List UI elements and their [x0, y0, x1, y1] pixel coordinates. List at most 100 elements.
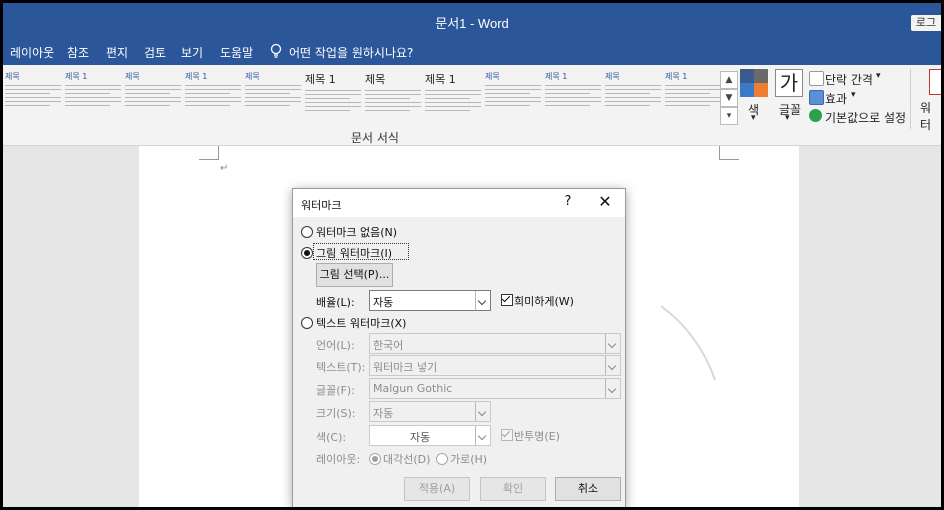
font-value: Malgun Gothic: [373, 382, 453, 395]
style-set-thumbnail[interactable]: 제목 1: [425, 71, 481, 119]
style-set-title: 제목 1: [665, 72, 688, 81]
effects-icon[interactable]: [809, 90, 824, 105]
theme-fonts-icon[interactable]: 가: [775, 69, 803, 97]
fonts-label[interactable]: 글꼴: [779, 101, 801, 118]
size-dropdown[interactable]: 자동: [369, 401, 491, 422]
style-set-line: [125, 85, 181, 86]
style-set-thumbnail[interactable]: 제목: [125, 71, 181, 119]
style-set-line: [305, 90, 361, 91]
chevron-down-icon[interactable]: [605, 334, 620, 353]
style-set-thumbnail[interactable]: 제목 1: [665, 71, 721, 119]
gallery-scroll-up[interactable]: ▲: [720, 71, 738, 89]
text-dropdown[interactable]: 워터마크 넣기: [369, 355, 621, 376]
washout-checkbox[interactable]: [501, 293, 513, 306]
style-set-line: [485, 85, 541, 86]
tab-layout[interactable]: 레이아웃: [10, 44, 54, 61]
diagonal-radio[interactable]: [369, 453, 381, 465]
chevron-down-icon[interactable]: [605, 379, 620, 398]
chevron-down-icon[interactable]: [475, 402, 490, 421]
style-set-thumbnail[interactable]: 제목 1: [185, 71, 241, 119]
checkmark-icon[interactable]: [809, 109, 822, 122]
effects-dropdown-icon[interactable]: ▾: [851, 90, 856, 100]
style-set-line: [65, 89, 121, 90]
watermark-shape: [660, 305, 716, 381]
semitransparent-label[interactable]: 반투명(E): [514, 428, 560, 444]
picture-watermark-label[interactable]: 그림 워터마크(I): [316, 245, 392, 261]
chevron-down-icon[interactable]: [475, 426, 490, 445]
style-set-line: [665, 101, 721, 102]
watermark-icon[interactable]: [929, 69, 941, 95]
style-set-thumbnail[interactable]: 제목 1: [65, 71, 121, 119]
style-set-line: [185, 89, 241, 90]
tab-review[interactable]: 검토: [144, 44, 166, 61]
gallery-more-button[interactable]: ▾: [720, 107, 738, 125]
style-set-thumbnail[interactable]: 제목: [245, 71, 301, 119]
tab-references[interactable]: 참조: [67, 44, 89, 61]
watermark-button-label[interactable]: 워터: [920, 99, 941, 133]
tab-view[interactable]: 보기: [181, 44, 203, 61]
style-set-line: [365, 110, 410, 111]
text-watermark-radio[interactable]: [301, 317, 313, 329]
language-dropdown[interactable]: 한국어: [369, 333, 621, 354]
paragraph-spacing-icon[interactable]: [809, 71, 824, 86]
set-as-default-button[interactable]: 기본값으로 설정: [825, 109, 906, 126]
style-set-line: [185, 101, 241, 102]
horizontal-radio[interactable]: [436, 453, 448, 465]
lightbulb-icon[interactable]: [270, 43, 282, 59]
close-icon[interactable]: ✕: [596, 192, 614, 211]
no-watermark-radio[interactable]: [301, 226, 313, 238]
style-set-line: [185, 97, 241, 98]
login-button[interactable]: 로그: [911, 15, 941, 31]
ok-button[interactable]: 확인: [480, 477, 546, 501]
theme-colors-icon[interactable]: [740, 69, 768, 97]
color-dropdown[interactable]: 자동: [369, 425, 491, 446]
fonts-dropdown-icon[interactable]: ▾: [785, 113, 790, 123]
style-set-line: [425, 102, 481, 103]
washout-label[interactable]: 희미하게(W): [514, 293, 574, 309]
tell-me-search[interactable]: 어떤 작업을 원하시나요?: [289, 44, 413, 61]
style-set-thumbnail[interactable]: 제목 1: [545, 71, 601, 119]
font-dropdown[interactable]: Malgun Gothic: [369, 378, 621, 399]
scale-value: 자동: [373, 296, 394, 309]
crop-mark: [199, 159, 219, 160]
style-set-line: [665, 89, 721, 90]
style-set-line: [65, 105, 110, 106]
style-set-line: [65, 93, 110, 94]
style-set-line: [125, 93, 170, 94]
style-set-thumbnail[interactable]: 제목: [5, 71, 61, 119]
select-picture-button[interactable]: 그림 선택(P)...: [316, 263, 393, 287]
chevron-down-icon[interactable]: [605, 356, 620, 375]
style-set-line: [545, 89, 601, 90]
style-set-line: [305, 102, 361, 103]
colors-dropdown-icon[interactable]: ▾: [751, 113, 756, 123]
picture-watermark-radio[interactable]: [301, 247, 313, 259]
gallery-scroll-down[interactable]: ▼: [720, 89, 738, 107]
style-set-thumbnail[interactable]: 제목 1: [305, 71, 361, 119]
semitransparent-checkbox[interactable]: [501, 428, 513, 441]
style-set-line: [365, 102, 421, 103]
text-watermark-label[interactable]: 텍스트 워터마크(X): [316, 315, 406, 331]
cancel-button[interactable]: 취소: [555, 477, 621, 501]
ribbon-divider: [910, 69, 911, 129]
chevron-down-icon[interactable]: [475, 291, 490, 310]
diagonal-label[interactable]: 대각선(D): [383, 451, 430, 467]
effects-button[interactable]: 효과: [825, 90, 847, 107]
style-set-thumbnail[interactable]: 제목: [605, 71, 661, 119]
color-value: 자동: [410, 431, 431, 444]
scale-dropdown[interactable]: 자동: [369, 290, 491, 311]
help-icon[interactable]: ?: [560, 194, 576, 209]
style-set-line: [365, 98, 410, 99]
style-set-thumbnail[interactable]: 제목: [365, 71, 421, 119]
paragraph-spacing-button[interactable]: 단락 간격: [825, 71, 873, 88]
paragraph-spacing-dropdown-icon[interactable]: ▾: [876, 71, 881, 81]
style-set-line: [5, 105, 50, 106]
layout-label: 레이아웃:: [316, 453, 361, 466]
apply-button[interactable]: 적용(A): [404, 477, 470, 501]
tab-mailings[interactable]: 편지: [106, 44, 128, 61]
tab-help[interactable]: 도움말: [220, 44, 253, 61]
no-watermark-label[interactable]: 워터마크 없음(N): [316, 224, 397, 240]
horizontal-label[interactable]: 가로(H): [450, 451, 487, 467]
style-set-thumbnail[interactable]: 제목: [485, 71, 541, 119]
text-value: 워터마크 넣기: [373, 361, 438, 374]
style-set-line: [305, 106, 361, 107]
